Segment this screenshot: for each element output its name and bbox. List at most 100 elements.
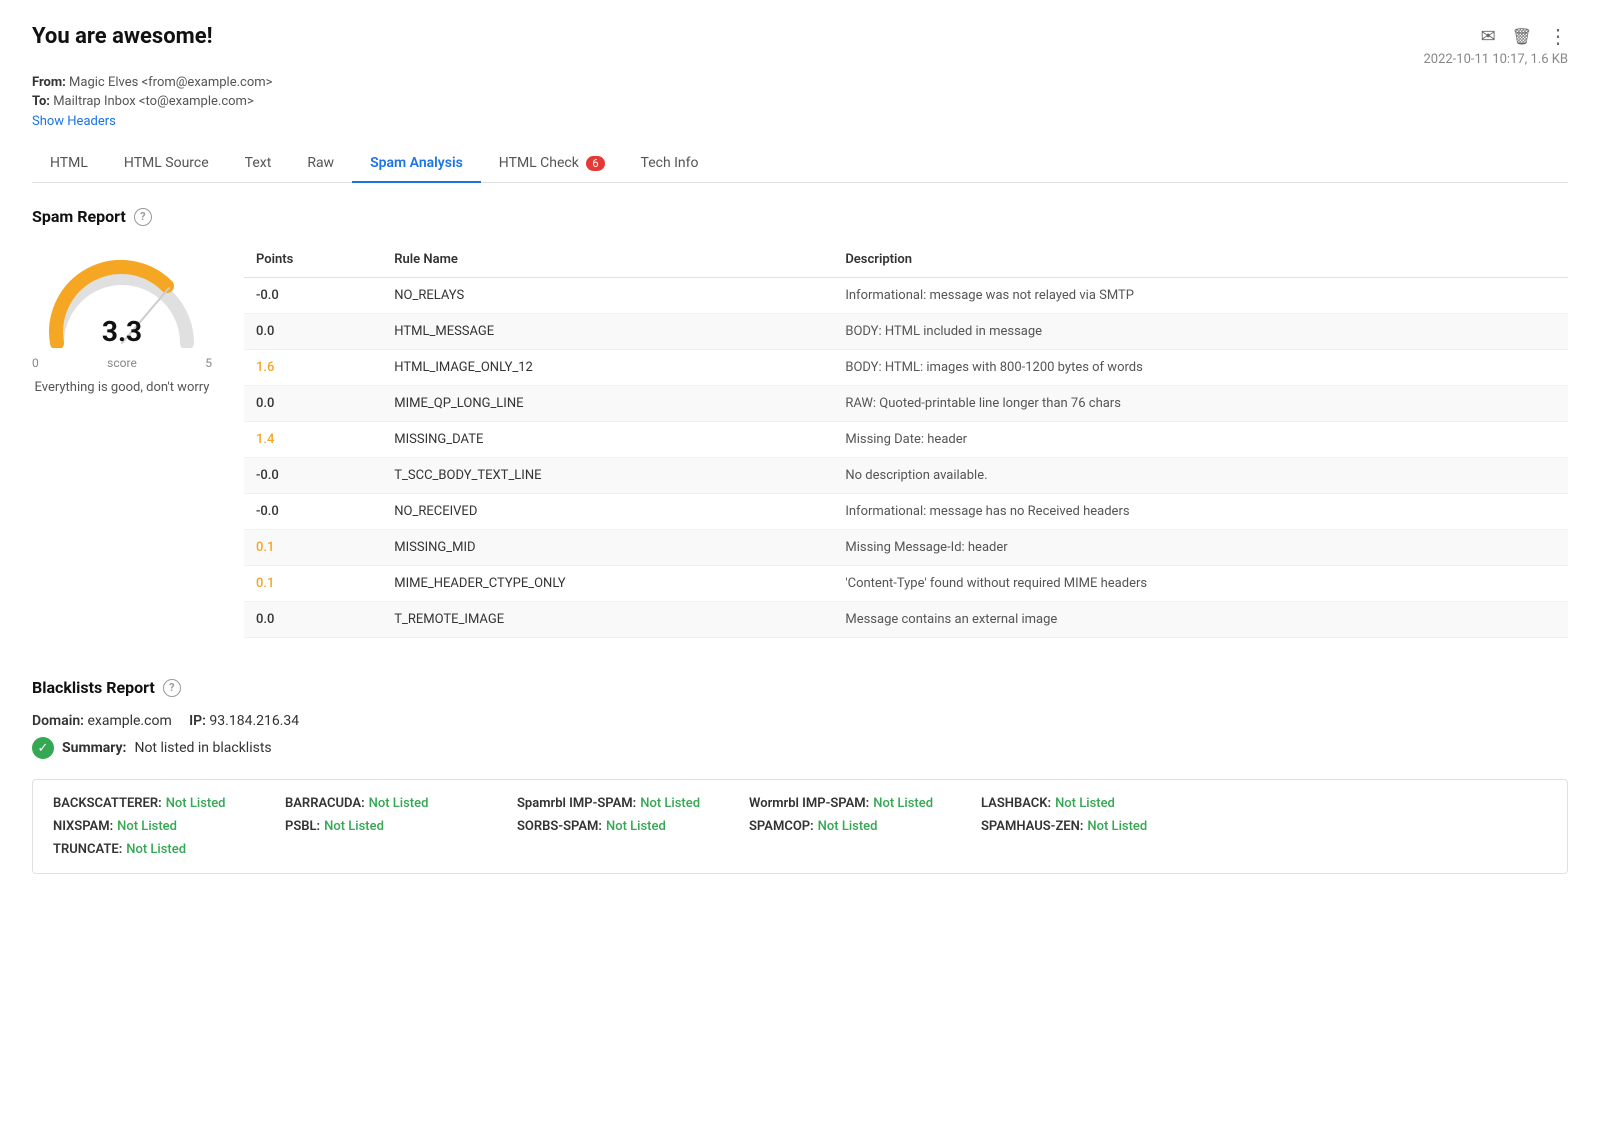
spam-report-help-icon[interactable]: ? <box>134 208 152 226</box>
table-row: 0.0HTML_MESSAGEBODY: HTML included in me… <box>244 314 1568 350</box>
blacklist-status: Not Listed <box>640 796 700 811</box>
points-cell: 1.4 <box>244 422 382 458</box>
email-from: From: Magic Elves <from@example.com> <box>32 75 1568 90</box>
rule-cell: MIME_HEADER_CTYPE_ONLY <box>382 566 833 602</box>
desc-cell: 'Content-Type' found without required MI… <box>833 566 1568 602</box>
tab-html-source[interactable]: HTML Source <box>106 145 227 183</box>
rule-cell: HTML_IMAGE_ONLY_12 <box>382 350 833 386</box>
blacklists-report-title: Blacklists Report ? <box>32 678 1568 697</box>
blacklist-name: BACKSCATTERER: <box>53 796 162 811</box>
blacklist-name: SORBS-SPAM: <box>517 819 602 834</box>
blacklist-status: Not Listed <box>818 819 878 834</box>
blacklist-row-2: NIXSPAM:Not ListedPSBL:Not ListedSORBS-S… <box>53 819 1547 834</box>
table-row: -0.0NO_RELAYSInformational: message was … <box>244 278 1568 314</box>
list-item: LASHBACK: Not Listed <box>981 796 1181 811</box>
desc-cell: BODY: HTML included in message <box>833 314 1568 350</box>
blacklist-status: Not Listed <box>1087 819 1147 834</box>
blacklist-status: Not Listed <box>369 796 429 811</box>
points-cell: 0.0 <box>244 602 382 638</box>
blacklist-status: Not Listed <box>324 819 384 834</box>
desc-cell: BODY: HTML: images with 800-1200 bytes o… <box>833 350 1568 386</box>
tab-bar: HTML HTML Source Text Raw Spam Analysis … <box>32 145 1568 183</box>
domain-ip-info: Domain: example.com IP: 93.184.216.34 <box>32 713 1568 729</box>
blacklists-help-icon[interactable]: ? <box>163 679 181 697</box>
rule-cell: MISSING_DATE <box>382 422 833 458</box>
list-item: Wormrbl IMP-SPAM:Not Listed <box>749 796 949 811</box>
tab-raw[interactable]: Raw <box>289 145 352 183</box>
rule-cell: NO_RELAYS <box>382 278 833 314</box>
list-item: TRUNCATE: Not Listed <box>53 842 253 857</box>
col-rule: Rule Name <box>382 242 833 278</box>
points-cell: -0.0 <box>244 494 382 530</box>
desc-cell: RAW: Quoted-printable line longer than 7… <box>833 386 1568 422</box>
blacklist-row-3: TRUNCATE: Not Listed <box>53 842 1547 857</box>
blacklist-summary: ✓ Summary: Not listed in blacklists <box>32 737 1568 759</box>
blacklist-name: LASHBACK: <box>981 796 1051 811</box>
rule-cell: MIME_QP_LONG_LINE <box>382 386 833 422</box>
rule-cell: NO_RECEIVED <box>382 494 833 530</box>
points-cell: 0.1 <box>244 530 382 566</box>
tab-html-check[interactable]: HTML Check 6 <box>481 145 623 183</box>
blacklist-status: Not Listed <box>126 842 186 857</box>
spam-rules-table: Points Rule Name Description -0.0NO_RELA… <box>244 242 1568 638</box>
show-headers-link[interactable]: Show Headers <box>32 114 116 129</box>
blacklist-name: SPAMCOP: <box>749 819 814 834</box>
blacklist-name: PSBL: <box>285 819 320 834</box>
rule-cell: T_REMOTE_IMAGE <box>382 602 833 638</box>
list-item: BACKSCATTERER: Not Listed <box>53 796 253 811</box>
blacklist-name: TRUNCATE: <box>53 842 122 857</box>
list-item: BARRACUDA: Not Listed <box>285 796 485 811</box>
delete-icon[interactable]: 🗑 <box>1512 27 1532 46</box>
table-row: -0.0NO_RECEIVEDInformational: message ha… <box>244 494 1568 530</box>
table-row: 1.6HTML_IMAGE_ONLY_12BODY: HTML: images … <box>244 350 1568 386</box>
score-range: 0 score 5 <box>32 356 212 370</box>
tab-text[interactable]: Text <box>227 145 290 183</box>
summary-check-icon: ✓ <box>32 737 54 759</box>
list-item: SPAMHAUS-ZEN: Not Listed <box>981 819 1181 834</box>
table-row: -0.0T_SCC_BODY_TEXT_LINENo description a… <box>244 458 1568 494</box>
rule-cell: HTML_MESSAGE <box>382 314 833 350</box>
list-item: Spamrbl IMP-SPAM: Not Listed <box>517 796 717 811</box>
email-subject: You are awesome! <box>32 24 213 49</box>
points-cell: 0.0 <box>244 386 382 422</box>
blacklist-row-1: BACKSCATTERER: Not Listed BARRACUDA: Not Li… <box>53 796 1547 811</box>
spam-report-title: Spam Report ? <box>32 207 1568 226</box>
rule-cell: MISSING_MID <box>382 530 833 566</box>
blacklist-status: Not Listed <box>873 796 933 811</box>
blacklist-status: Not Listed <box>606 819 666 834</box>
blacklist-name: Spamrbl IMP-SPAM: <box>517 796 636 811</box>
desc-cell: Missing Date: header <box>833 422 1568 458</box>
desc-cell: No description available. <box>833 458 1568 494</box>
blacklist-name: SPAMHAUS-ZEN: <box>981 819 1083 834</box>
desc-cell: Informational: message was not relayed v… <box>833 278 1568 314</box>
blacklist-name: BARRACUDA: <box>285 796 365 811</box>
spam-score-value: 3.3 <box>102 315 142 348</box>
tab-html[interactable]: HTML <box>32 145 106 183</box>
table-row: 0.1MISSING_MIDMissing Message-Id: header <box>244 530 1568 566</box>
list-item: PSBL: Not Listed <box>285 819 485 834</box>
html-check-badge: 6 <box>586 156 604 171</box>
blacklist-status: Not Listed <box>117 819 177 834</box>
blacklist-status: Not Listed <box>1055 796 1115 811</box>
col-desc: Description <box>833 242 1568 278</box>
table-row: 0.0T_REMOTE_IMAGEMessage contains an ext… <box>244 602 1568 638</box>
list-item: SORBS-SPAM: Not Listed <box>517 819 717 834</box>
table-row: 0.0MIME_QP_LONG_LINERAW: Quoted-printabl… <box>244 386 1568 422</box>
desc-cell: Informational: message has no Received h… <box>833 494 1568 530</box>
more-options-icon[interactable]: ⋮ <box>1548 24 1568 48</box>
rule-cell: T_SCC_BODY_TEXT_LINE <box>382 458 833 494</box>
points-cell: 1.6 <box>244 350 382 386</box>
table-row: 1.4MISSING_DATEMissing Date: header <box>244 422 1568 458</box>
blacklist-status: Not Listed <box>166 796 226 811</box>
table-row: 0.1MIME_HEADER_CTYPE_ONLY'Content-Type' … <box>244 566 1568 602</box>
points-cell: -0.0 <box>244 278 382 314</box>
blacklist-name: NIXSPAM: <box>53 819 113 834</box>
list-item: NIXSPAM: Not Listed <box>53 819 253 834</box>
points-cell: -0.0 <box>244 458 382 494</box>
desc-cell: Message contains an external image <box>833 602 1568 638</box>
tab-spam-analysis[interactable]: Spam Analysis <box>352 145 481 183</box>
forward-icon[interactable]: ✉ <box>1481 26 1496 47</box>
tab-tech-info[interactable]: Tech Info <box>623 145 717 183</box>
email-to: To: Mailtrap Inbox <to@example.com> <box>32 94 1568 109</box>
points-cell: 0.0 <box>244 314 382 350</box>
